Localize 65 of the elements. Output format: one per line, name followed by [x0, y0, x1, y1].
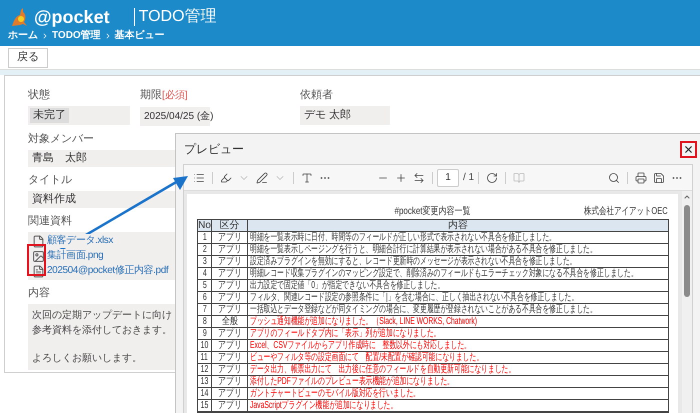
table-cell: アプリ	[212, 268, 248, 279]
table-cell: アプリのフィールドタブ内に「表示」列が追加になりました。	[250, 328, 440, 338]
table-cell: 添付したPDFファイルのプレビュー表示機能が追加になりました。	[250, 376, 454, 386]
table-cell: アプリ	[212, 256, 248, 267]
requester-field: デモ 太郎	[300, 106, 390, 125]
column-header: 区分	[212, 220, 248, 231]
content-text: 次回の定期アップデートに向け	[32, 308, 172, 323]
app-title: TODO管理	[138, 9, 217, 25]
column-header: No	[198, 220, 212, 231]
table-cell: 全般	[212, 316, 248, 327]
table-cell: Excel、CSVファイルからアプリ作成時に 整数以外にも対応しました。	[250, 340, 471, 350]
company-name: 株式会社アイアットOEC	[584, 207, 668, 217]
table-cell: JavaScriptプラグイン機能が追加になりました。	[250, 400, 398, 410]
table-cell: 14	[198, 388, 212, 399]
field-label: 依頼者	[300, 88, 333, 102]
table-cell: アプリ	[212, 400, 248, 411]
table-cell: プッシュ通知機能が追加になりました。（Slack, LINE WORKS, Chatwork)	[250, 316, 478, 326]
content-text: 参考資料を添付しておきます。	[32, 324, 172, 338]
table-cell: 15	[198, 400, 212, 411]
table-cell: 8	[198, 316, 212, 327]
table-cell: アプリ	[212, 292, 248, 303]
table-cell: アプリ	[212, 376, 248, 387]
table-cell: 明細レコード収集プラグインのマッピング設定で、削除済みのフィールドもエラーチェック対象になる不具合を修正しました。	[250, 268, 638, 278]
column-header: 内容	[448, 220, 469, 231]
table-cell: 10	[198, 340, 212, 351]
table-cell: 明細を一覧表示しページングを行うと、明細合計行に計算結果が表示されない場合がある不具合を修正しました。	[250, 244, 597, 254]
field-label: 期限[必須]	[140, 88, 188, 103]
table-cell: 11	[198, 352, 212, 363]
table-cell: アプリ	[212, 304, 248, 315]
field-label: 対象メンバー	[28, 132, 94, 146]
table-cell: アプリ	[212, 328, 248, 339]
table-cell: ビューやフィルタ等の設定画面にて 配置/未配置が確認可能になりました。	[250, 352, 484, 362]
table-cell: 出力設定で固定値「0」が指定できない不具合を修正しました。	[250, 280, 444, 290]
table-cell: アプリ	[212, 388, 248, 399]
field-label: 内容	[28, 286, 50, 300]
table-cell: 12	[198, 364, 212, 375]
table-cell: 13	[198, 376, 212, 387]
table-cell: 4	[198, 268, 212, 279]
field-label: 状態	[28, 88, 50, 102]
table-cell: 2	[198, 244, 212, 255]
table-cell: 1	[198, 232, 212, 243]
table-cell: 設定済みプラグインを無効にすると、レコード更新時のメッセージが表示されない不具合を修正しました。	[250, 256, 576, 266]
status-chip: 未完了	[30, 108, 69, 123]
table-cell: アプリ	[212, 244, 248, 255]
field-label: 関連資料	[28, 214, 72, 228]
table-cell: データ出力、帳票出力にて 出力後に任意のフィールドを自動更新可能になりました。	[250, 364, 516, 374]
content-text: よろしくお願いします。	[32, 352, 142, 366]
page-total: / 1	[463, 171, 474, 185]
table-cell: 7	[198, 304, 212, 315]
table-cell: 明細を一覧表示時に日付、時間等のフィールドが正しい形式で表示されない不具合を修正しました。	[250, 232, 556, 242]
document-title: #pocket変更内容一覧	[394, 207, 471, 217]
table-cell: 9	[198, 328, 212, 339]
table-cell: アプリ	[212, 340, 248, 351]
table-cell: アプリ	[212, 364, 248, 375]
table-cell: 5	[198, 280, 212, 291]
logo-text: @pocket	[34, 8, 110, 26]
field-label: タイトル	[28, 173, 72, 187]
table-cell: アプリ	[212, 232, 248, 243]
table-cell: 一括取込とデータ登録などが同タイミングの場合に、変更履歴が登録されないことがある不具合を修正しました。	[250, 304, 597, 314]
table-cell: 6	[198, 292, 212, 303]
table-cell: ガントチャートビューのモバイル版対応を行いました。	[250, 388, 420, 398]
table-cell: アプリ	[212, 280, 248, 291]
table-cell: フィルタ、関連レコード設定の参照条件に「|」を含む場合に、正しく抽出されない不具合を修正しました。	[250, 292, 578, 302]
table-cell: 3	[198, 256, 212, 267]
table-cell: アプリ	[212, 352, 248, 363]
